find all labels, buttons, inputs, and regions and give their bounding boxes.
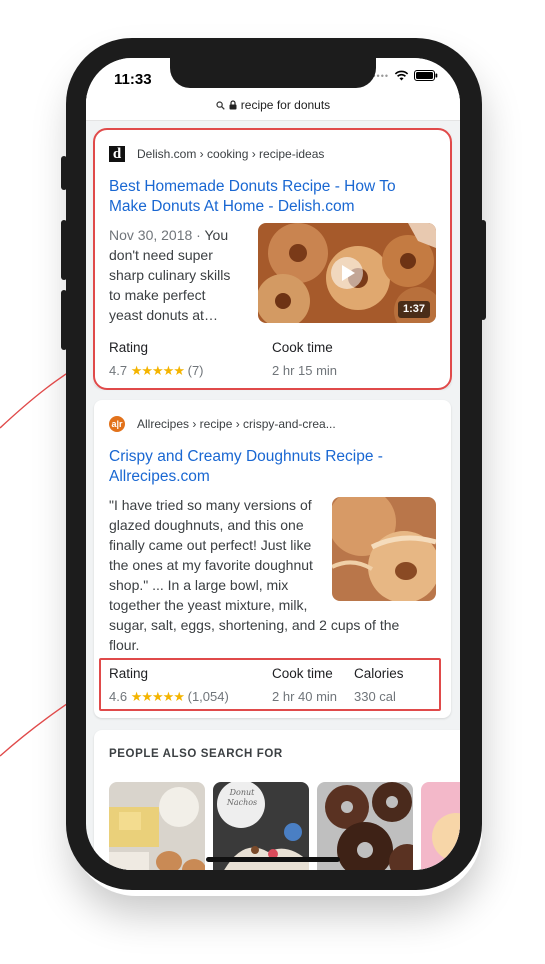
address-bar[interactable]: recipe for donuts [86, 94, 460, 121]
notch [170, 58, 376, 88]
butter-eggs-image [109, 782, 205, 870]
phone-screen: 11:33 •••• recipe for donuts d Delish.co… [86, 58, 460, 870]
url-text: recipe for donuts [240, 98, 331, 112]
allrecipes-favicon: a|r [109, 416, 125, 432]
title-line: Allrecipes.com [109, 468, 210, 485]
battery-icon [414, 70, 438, 81]
people-also-search-title: PEOPLE ALSO SEARCH FOR [109, 748, 283, 760]
highlight-box-result-1 [93, 128, 452, 390]
source-breadcrumb: Allrecipes › recipe › crispy-and-crea... [137, 417, 336, 431]
wifi-icon [394, 70, 409, 81]
status-icons: •••• [372, 70, 438, 81]
result-source[interactable]: a|r Allrecipes › recipe › crispy-and-cre… [109, 416, 336, 432]
highlight-box-result-2-facts [99, 658, 441, 711]
recipe-thumbnail[interactable] [332, 497, 436, 601]
related-search-tile-1[interactable] [109, 782, 205, 870]
search-icon [216, 100, 225, 110]
related-search-tile-4[interactable] [421, 782, 460, 870]
people-also-search-card: PEOPLE ALSO SEARCH FOR Donut Nachos [94, 730, 460, 870]
snippet-line: sugar, salt, eggs, shortening, and 2 cup… [109, 617, 400, 633]
tile-caption: Donut Nachos [226, 788, 258, 807]
snippet-line: flour. [109, 637, 140, 653]
home-indicator[interactable] [206, 857, 340, 862]
results-area: d Delish.com › cooking › recipe-ideas Be… [86, 122, 460, 870]
title-line: Crispy and Creamy Doughnuts Recipe - [109, 448, 383, 465]
lock-icon [229, 100, 237, 110]
status-time: 11:33 [114, 71, 152, 88]
pink-donut-image [421, 782, 460, 870]
result-title-link[interactable]: Crispy and Creamy Doughnuts Recipe - All… [109, 447, 429, 487]
doughnut-image [332, 497, 436, 601]
